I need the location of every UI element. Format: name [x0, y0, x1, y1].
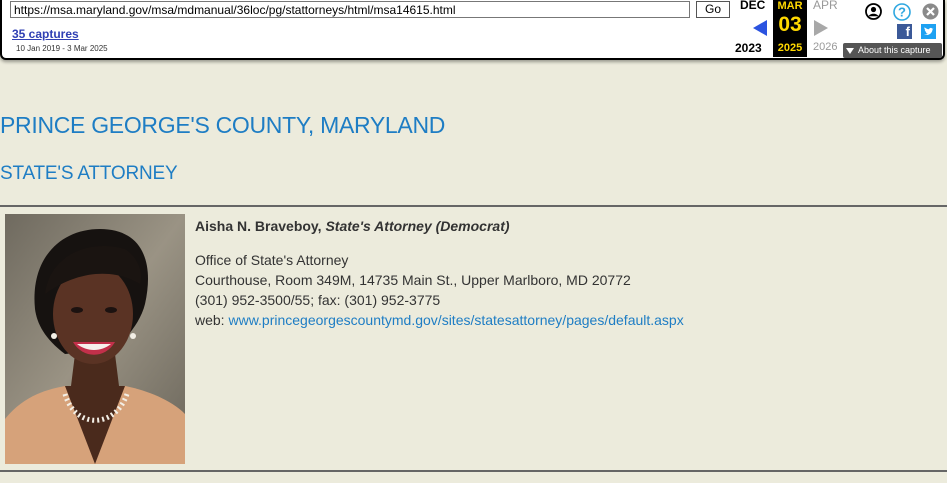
county-title: PRINCE GEORGE'S COUNTY, MARYLAND — [0, 112, 446, 138]
about-capture-button[interactable]: About this capture — [843, 43, 942, 58]
current-capture-date: MAR 03 2025 — [773, 0, 807, 57]
prev-year-link[interactable]: 2023 — [735, 41, 762, 55]
office-web: web: www.princegeorgescountymd.gov/sites… — [195, 310, 684, 330]
dropdown-triangle-icon — [846, 47, 854, 54]
office-phone: (301) 952-3500/55; fax: (301) 952-3775 — [195, 292, 441, 308]
current-day: 03 — [778, 13, 802, 36]
current-year: 2025 — [777, 42, 803, 54]
capture-date-range: 10 Jan 2019 - 3 Mar 2025 — [16, 44, 108, 53]
official-name-line: Aisha N. Braveboy, State's Attorney (Dem… — [195, 216, 684, 236]
official-info: Aisha N. Braveboy, State's Attorney (Dem… — [195, 216, 684, 330]
prev-month-link[interactable]: DEC — [740, 0, 765, 12]
next-year-link: 2026 — [813, 41, 838, 53]
divider-bottom — [0, 470, 947, 472]
help-icon[interactable]: ? — [893, 3, 911, 21]
facebook-icon[interactable]: f — [897, 24, 912, 39]
office-address: Courthouse, Room 349M, 14735 Main St., U… — [195, 272, 631, 288]
prev-capture-arrow-icon[interactable] — [753, 20, 767, 36]
office-title: STATE'S ATTORNEY — [0, 163, 178, 184]
web-label: web: — [195, 312, 225, 328]
url-input[interactable] — [10, 1, 690, 18]
office-name: Office of State's Attorney — [195, 252, 349, 268]
current-month: MAR — [777, 0, 803, 12]
close-icon[interactable] — [922, 3, 939, 20]
office-website-link[interactable]: www.princegeorgescountymd.gov/sites/stat… — [228, 312, 683, 328]
about-capture-label: About this capture — [858, 45, 931, 55]
svg-text:?: ? — [898, 5, 906, 20]
go-button[interactable]: Go — [696, 1, 730, 18]
twitter-icon[interactable] — [921, 24, 936, 39]
official-name: Aisha N. Braveboy, — [195, 218, 322, 234]
divider-top — [0, 205, 947, 207]
next-month-link: APR — [813, 0, 838, 12]
official-role: State's Attorney (Democrat) — [325, 218, 510, 234]
official-portrait — [5, 214, 185, 464]
captures-link[interactable]: 35 captures — [12, 27, 79, 41]
user-icon[interactable] — [865, 3, 882, 20]
wayback-toolbar: Go 35 captures 10 Jan 2019 - 3 Mar 2025 … — [0, 0, 945, 60]
next-capture-arrow-icon — [814, 20, 828, 36]
